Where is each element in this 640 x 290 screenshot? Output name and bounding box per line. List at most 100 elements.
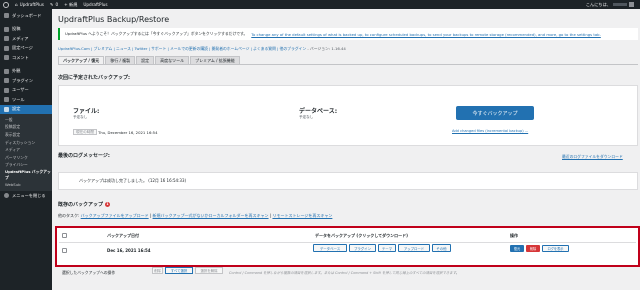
download-database-button[interactable]: データベース xyxy=(313,244,347,252)
sidebar-item-label: 設定 xyxy=(12,106,21,112)
collapse-menu-label: メニューを閉じる xyxy=(12,192,46,198)
next-backups-panel: ファイル: 予定なし データベース: 予定なし 現在の時間 Thu, Decem… xyxy=(58,85,638,146)
backup-date-cell: Dec 16, 2021 16:54 xyxy=(107,248,151,253)
other-tasks-row: 他のタスク: バックアップファイルをアップロード | 新規バックアップ一式がない… xyxy=(58,213,333,218)
settings-submenu: 一般 投稿設定 表示設定 ディスカッション メディア パーマリンク プライバシー… xyxy=(0,114,52,191)
delete-button[interactable]: 削除 xyxy=(526,245,540,252)
submenu-permalinks[interactable]: パーマリンク xyxy=(0,154,52,162)
sidebar-item-label: 固定ページ xyxy=(12,45,33,51)
blurred-username xyxy=(613,3,627,6)
submenu-updraftplus[interactable]: UpdraftPlus バックアップ xyxy=(0,169,52,181)
last-log-title: 最後のログメッセージ: xyxy=(58,153,110,159)
sidebar-item-comments[interactable]: コメント xyxy=(0,53,52,63)
admin-bar-updraft[interactable]: UpdraftPlus xyxy=(83,2,107,7)
sidebar-item-label: ダッシュボード xyxy=(12,12,42,18)
select-all-checkbox[interactable] xyxy=(62,233,67,238)
rescan-local-link[interactable]: 新規バックアップ一式がないかローカルフォルダーを再スキャン xyxy=(153,213,269,218)
admin-bar-account[interactable]: こんにちは、 xyxy=(586,2,634,8)
current-time-value: Thu, December 16, 2021 16:54 xyxy=(98,130,158,135)
submenu-writing[interactable]: 投稿設定 xyxy=(0,124,52,132)
select-all-button[interactable]: すべて選択 xyxy=(165,267,193,274)
settings-icon xyxy=(4,106,9,112)
media-icon xyxy=(4,36,9,42)
admin-bar: ⌂ UpdraftPlus ✎ 0 + 新規 UpdraftPlus こんにちは… xyxy=(0,0,640,9)
sidebar-item-media[interactable]: メディア xyxy=(0,34,52,44)
sidebar-item-pages[interactable]: 固定ページ xyxy=(0,44,52,54)
comment-icon xyxy=(4,55,9,61)
existing-backups-label: 既存のバックアップ xyxy=(58,202,104,208)
last-log-message: バックアップは成功し完了しました。 (12月 16 16:54:33) xyxy=(79,178,187,183)
upload-backup-link[interactable]: バックアップファイルをアップロード xyxy=(81,213,149,218)
sidebar-item-label: 投稿 xyxy=(12,26,21,32)
bulk-actions-label: 選択したバックアップへの操作 xyxy=(62,270,116,275)
download-log-link[interactable]: 最近のログファイルをダウンロード xyxy=(562,154,623,160)
download-themes-button[interactable]: テーマ xyxy=(378,244,396,252)
plugin-links[interactable]: UpdraftPlus.Com | プレミアム | ニュース | Twitter… xyxy=(58,46,306,51)
site-name: UpdraftPlus xyxy=(19,2,44,7)
download-uploads-button[interactable]: アップロード xyxy=(398,244,430,252)
page-title: UpdraftPlus Backup/Restore xyxy=(58,15,170,24)
row-checkbox[interactable] xyxy=(62,248,67,253)
incremental-backup-link[interactable]: Add changed files (incremental backup) .… xyxy=(452,129,528,133)
sidebar-item-plugins[interactable]: プラグイン xyxy=(0,76,52,86)
submenu-discussion[interactable]: ディスカッション xyxy=(0,139,52,147)
submenu-general[interactable]: 一般 xyxy=(0,116,52,124)
submenu-media[interactable]: メディア xyxy=(0,146,52,154)
database-schedule: 予定なし xyxy=(299,115,314,119)
restore-button[interactable]: 復元 xyxy=(510,245,524,252)
version-text: - バージョン: 1.16.44 xyxy=(307,46,346,51)
admin-bar-home[interactable]: ⌂ UpdraftPlus xyxy=(15,2,44,7)
bulk-select-hint: Control / Command を押しながら複数の項目を選択します。または … xyxy=(229,271,460,275)
download-plugins-button[interactable]: プラグイン xyxy=(349,244,376,252)
sidebar-item-appearance[interactable]: 外観 xyxy=(0,67,52,77)
bulk-delete-button[interactable]: 削除 xyxy=(152,267,163,274)
collapse-menu-button[interactable]: メニューを閉じる xyxy=(0,191,52,201)
rescan-remote-link[interactable]: リモートストレージを再スキャン xyxy=(272,213,332,218)
brush-icon xyxy=(4,68,9,74)
column-header-actions: 操作 xyxy=(510,233,518,238)
comments-count: 0 xyxy=(55,2,59,7)
plugin-links-bar: UpdraftPlus.Com | プレミアム | ニュース | Twitter… xyxy=(58,46,346,52)
sidebar-item-users[interactable]: ユーザー xyxy=(0,86,52,96)
sidebar-item-label: プラグイン xyxy=(12,77,33,83)
wordpress-logo-icon[interactable] xyxy=(3,1,9,8)
sidebar-item-label: 外観 xyxy=(12,68,21,74)
download-others-button[interactable]: その他 xyxy=(432,244,451,252)
sidebar-item-label: メディア xyxy=(12,35,29,41)
admin-bar-comments[interactable]: ✎ 0 xyxy=(50,2,58,7)
sidebar-item-label: ユーザー xyxy=(12,87,29,93)
current-time-chip: 現在の時間 xyxy=(73,129,97,135)
avatar xyxy=(629,2,634,7)
submenu-websub[interactable]: WebSub xyxy=(0,181,52,189)
comment-bubble-icon: ✎ xyxy=(49,2,54,7)
admin-bar-new[interactable]: + 新規 xyxy=(64,2,77,8)
next-backups-title: 次回に予定されたバックアップ: xyxy=(58,75,131,81)
other-tasks-label: 他のタスク: xyxy=(58,213,80,218)
dashboard-icon xyxy=(4,13,9,19)
last-log-panel: バックアップは成功し完了しました。 (12月 16 16:54:33) xyxy=(58,172,638,190)
backup-now-button[interactable]: 今すぐバックアップ xyxy=(456,106,534,120)
deselect-button[interactable]: 選択を解除 xyxy=(195,267,223,274)
submenu-privacy[interactable]: プライバシー xyxy=(0,162,52,170)
sidebar-item-settings[interactable]: 設定 xyxy=(0,104,52,114)
view-log-button[interactable]: ログを表示 xyxy=(542,245,569,252)
table-header-divider xyxy=(59,242,636,243)
backup-count-badge: 1 xyxy=(105,202,111,207)
wrench-icon xyxy=(4,97,9,103)
notice-settings-link[interactable]: To change any of the default settings of… xyxy=(251,32,601,37)
sidebar-item-tools[interactable]: ツール xyxy=(0,95,52,105)
notice-text: UpdraftPlus へようこそ！バックアップするには「今すぐバックアップ」ボ… xyxy=(65,31,248,36)
database-label: データベース: xyxy=(299,108,338,115)
files-schedule: 予定なし xyxy=(73,115,88,119)
sidebar-item-dashboard[interactable]: ダッシュボード xyxy=(0,11,52,21)
sidebar-item-posts[interactable]: 投稿 xyxy=(0,25,52,35)
submenu-reading[interactable]: 表示設定 xyxy=(0,131,52,139)
sidebar-item-label: コメント xyxy=(12,54,29,60)
collapse-arrow-icon xyxy=(4,193,9,198)
welcome-notice: UpdraftPlus へようこそ！バックアップするには「今すぐバックアップ」ボ… xyxy=(58,28,638,40)
user-icon xyxy=(4,87,9,93)
greeting-text: こんにちは、 xyxy=(585,1,611,7)
tab-divider xyxy=(58,64,638,65)
home-icon: ⌂ xyxy=(15,2,18,7)
column-header-data: データをバックアップ (クリックしてダウンロード) xyxy=(315,233,408,238)
